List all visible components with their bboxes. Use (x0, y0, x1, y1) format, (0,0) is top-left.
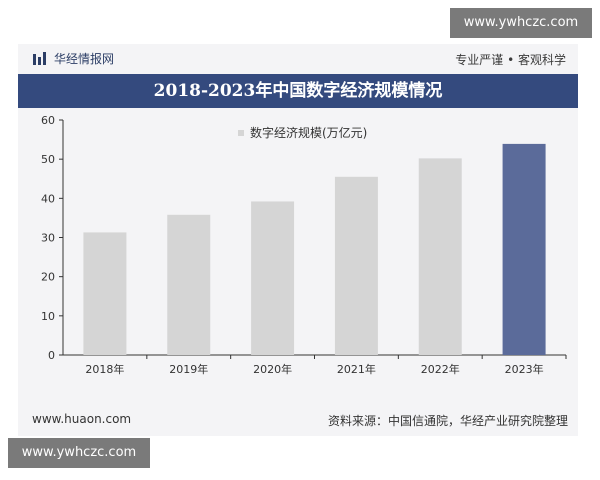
y-tick-label: 30 (41, 232, 55, 245)
brand: 华经情报网 (32, 50, 114, 67)
chart-title: 2018-2023年中国数字经济规模情况 (18, 74, 578, 108)
brand-name: 华经情报网 (54, 52, 115, 66)
chart-card: 华经情报网 专业严谨 • 客观科学 2018-2023年中国数字经济规模情况 0… (18, 44, 578, 436)
legend-label: 数字经济规模(万亿元) (250, 125, 367, 140)
x-tick-label: 2021年 (337, 362, 376, 376)
y-tick-label: 50 (41, 153, 55, 166)
footer-website: www.huaon.com (32, 412, 132, 426)
y-tick-label: 60 (41, 114, 55, 127)
bar (502, 143, 546, 355)
y-tick-label: 0 (48, 349, 55, 362)
y-tick-label: 40 (41, 192, 55, 205)
x-tick-label: 2020年 (253, 362, 292, 376)
watermark-top: www.ywhczc.com (450, 8, 592, 38)
x-tick-label: 2022年 (421, 362, 460, 376)
bar (167, 214, 211, 355)
slogan: 专业严谨 • 客观科学 (455, 53, 566, 67)
x-tick-label: 2018年 (85, 362, 124, 376)
y-tick-label: 20 (41, 271, 55, 284)
bar (334, 176, 378, 355)
bar (83, 232, 127, 355)
watermark-bottom: www.ywhczc.com (8, 438, 150, 468)
footer-source: 资料来源：中国信通院，华经产业研究院整理 (327, 414, 568, 428)
bar (251, 201, 295, 355)
legend-swatch (238, 130, 244, 136)
header-bar: 华经情报网 专业严谨 • 客观科学 (18, 44, 578, 72)
x-tick-label: 2023年 (505, 362, 544, 376)
bar-chart: 0 10 20 30 40 50 60 数字经济规模(万亿元) 2018年 2019年 2020年 2… (41, 114, 567, 376)
brand-logo-icon (33, 51, 46, 65)
y-tick-label: 10 (41, 310, 55, 323)
bar (418, 158, 462, 355)
x-tick-label: 2019年 (169, 362, 208, 376)
